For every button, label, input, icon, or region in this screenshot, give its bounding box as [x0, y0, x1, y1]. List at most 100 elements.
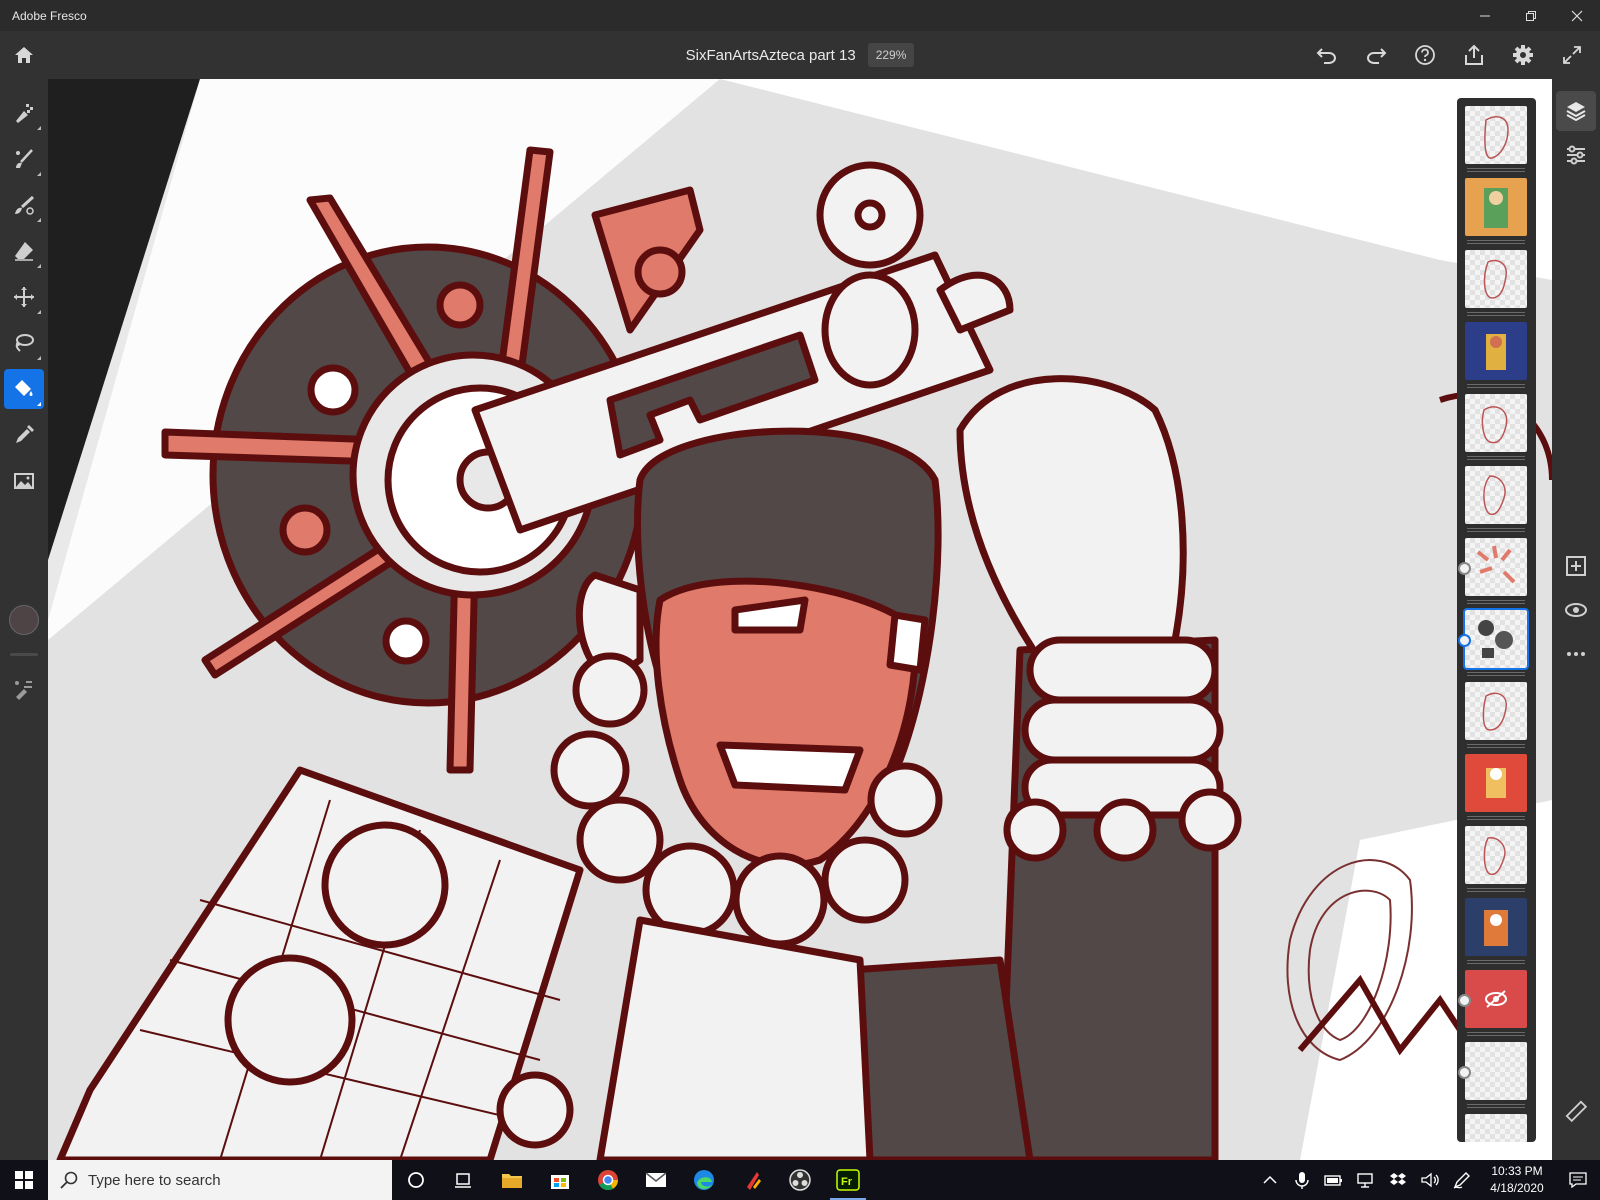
- live-brush-tool[interactable]: [4, 139, 44, 179]
- layer-visibility-dot[interactable]: [1458, 994, 1471, 1007]
- layer-thumbnail[interactable]: [1465, 106, 1527, 172]
- layer-thumbnail[interactable]: [1465, 250, 1527, 316]
- layer-thumbnail-selected[interactable]: [1458, 608, 1529, 676]
- mail-icon: [645, 1172, 667, 1187]
- layer-thumbnail[interactable]: [1458, 1042, 1527, 1108]
- zoom-level[interactable]: 229%: [867, 43, 915, 67]
- layer-thumbnail[interactable]: [1465, 898, 1527, 964]
- ruler-icon: [1565, 1100, 1588, 1123]
- eyedropper-tool[interactable]: [4, 415, 44, 455]
- add-layer-button[interactable]: [1556, 546, 1596, 586]
- restore-icon: [1526, 10, 1536, 21]
- edge-icon: [694, 1170, 714, 1190]
- task-view-icon: [455, 1173, 471, 1188]
- pixel-brush-tool[interactable]: [4, 93, 44, 133]
- clock-date: 4/18/2020: [1490, 1181, 1544, 1195]
- fill-tool[interactable]: [4, 369, 44, 409]
- window-title: Adobe Fresco: [12, 8, 87, 23]
- drawing-canvas[interactable]: [48, 79, 1552, 1160]
- layers-icon: [1566, 102, 1586, 122]
- obs-button[interactable]: [776, 1160, 824, 1200]
- current-color-swatch[interactable]: [9, 605, 39, 635]
- image-icon: [14, 473, 34, 489]
- obs-icon: [789, 1169, 811, 1191]
- minimize-icon: [1480, 15, 1490, 16]
- battery-button[interactable]: [1318, 1160, 1350, 1200]
- settings-icon: [1512, 45, 1533, 65]
- layer-thumbnail[interactable]: [1458, 970, 1527, 1036]
- home-button[interactable]: [0, 31, 48, 79]
- sketch-thumbnail-icon: [1483, 837, 1506, 876]
- system-tray: 10:33 PM 4/18/2020: [1254, 1160, 1600, 1200]
- dropbox-button[interactable]: [1382, 1160, 1414, 1200]
- layer-thumbnail[interactable]: [1465, 178, 1527, 244]
- layer-properties-button[interactable]: [1556, 135, 1596, 175]
- show-hidden-icons-button[interactable]: [1254, 1160, 1286, 1200]
- vector-brush-tool[interactable]: [4, 185, 44, 225]
- layer-visibility-dot[interactable]: [1458, 1066, 1471, 1079]
- move-transform-tool[interactable]: [4, 277, 44, 317]
- action-center-button[interactable]: [1556, 1160, 1600, 1200]
- layers-button[interactable]: [1556, 91, 1596, 131]
- fresco-button[interactable]: Fr: [824, 1160, 872, 1200]
- document-name[interactable]: SixFanArtsAzteca part 13: [686, 47, 856, 64]
- layer-visibility-dot[interactable]: [1458, 562, 1471, 575]
- pen-workspace-button[interactable]: [1446, 1160, 1478, 1200]
- redo-button[interactable]: [1351, 31, 1400, 79]
- home-icon: [15, 47, 33, 63]
- more-icon: [1567, 652, 1585, 656]
- network-button[interactable]: [1350, 1160, 1382, 1200]
- cortana-button[interactable]: [392, 1160, 440, 1200]
- layer-visibility-dot[interactable]: [1458, 634, 1471, 647]
- minimize-button[interactable]: [1462, 0, 1508, 31]
- eyedropper-icon: [16, 425, 34, 443]
- close-button[interactable]: [1554, 0, 1600, 31]
- help-button[interactable]: [1400, 31, 1449, 79]
- paint-bucket-icon: [15, 380, 33, 396]
- volume-button[interactable]: [1414, 1160, 1446, 1200]
- tool-options-button[interactable]: [4, 669, 44, 709]
- layer-thumbnail[interactable]: [1458, 538, 1527, 604]
- selection-tool[interactable]: [4, 323, 44, 363]
- task-view-button[interactable]: [440, 1160, 488, 1200]
- store-icon: [551, 1175, 569, 1189]
- fullscreen-button[interactable]: [1547, 31, 1596, 79]
- start-button[interactable]: [0, 1160, 48, 1200]
- layer-thumbnail[interactable]: [1465, 466, 1527, 532]
- file-explorer-button[interactable]: [488, 1160, 536, 1200]
- svg-text:Fr: Fr: [841, 1176, 853, 1188]
- visibility-button[interactable]: [1556, 590, 1596, 630]
- redo-icon: [1366, 48, 1386, 64]
- restore-button[interactable]: [1508, 0, 1554, 31]
- layer-thumbnail[interactable]: [1465, 754, 1527, 820]
- clock[interactable]: 10:33 PM 4/18/2020: [1478, 1163, 1556, 1197]
- place-image-tool[interactable]: [4, 461, 44, 501]
- eraser-tool[interactable]: [4, 231, 44, 271]
- more-options-button[interactable]: [1556, 634, 1596, 674]
- edge-button[interactable]: [680, 1160, 728, 1200]
- layer-thumbnail[interactable]: [1465, 394, 1527, 460]
- layer-thumbnail[interactable]: [1465, 682, 1527, 748]
- share-button[interactable]: [1449, 31, 1498, 79]
- layer-thumbnail[interactable]: [1465, 322, 1527, 388]
- mail-button[interactable]: [632, 1160, 680, 1200]
- close-icon: [1571, 10, 1583, 21]
- sketch-thumbnail-icon: [1482, 692, 1507, 731]
- microphone-button[interactable]: [1286, 1160, 1318, 1200]
- store-button[interactable]: [536, 1160, 584, 1200]
- search-placeholder: Type here to search: [88, 1171, 221, 1189]
- undo-button[interactable]: [1302, 31, 1351, 79]
- chrome-button[interactable]: [584, 1160, 632, 1200]
- ruler-button[interactable]: [1556, 1091, 1596, 1131]
- color-thumbnail-icon: [1484, 188, 1508, 228]
- settings-button[interactable]: [1498, 31, 1547, 79]
- app-header: SixFanArtsAzteca part 13 229%: [0, 31, 1600, 79]
- layers-panel: [1457, 98, 1536, 1142]
- splash-thumbnail-icon: [1476, 545, 1516, 584]
- taskbar-search[interactable]: Type here to search: [48, 1160, 392, 1200]
- move-icon: [14, 287, 34, 307]
- chevron-up-icon: [1263, 1175, 1277, 1184]
- layer-thumbnail[interactable]: [1465, 1114, 1527, 1142]
- sketchable-button[interactable]: [728, 1160, 776, 1200]
- layer-thumbnail[interactable]: [1465, 826, 1527, 892]
